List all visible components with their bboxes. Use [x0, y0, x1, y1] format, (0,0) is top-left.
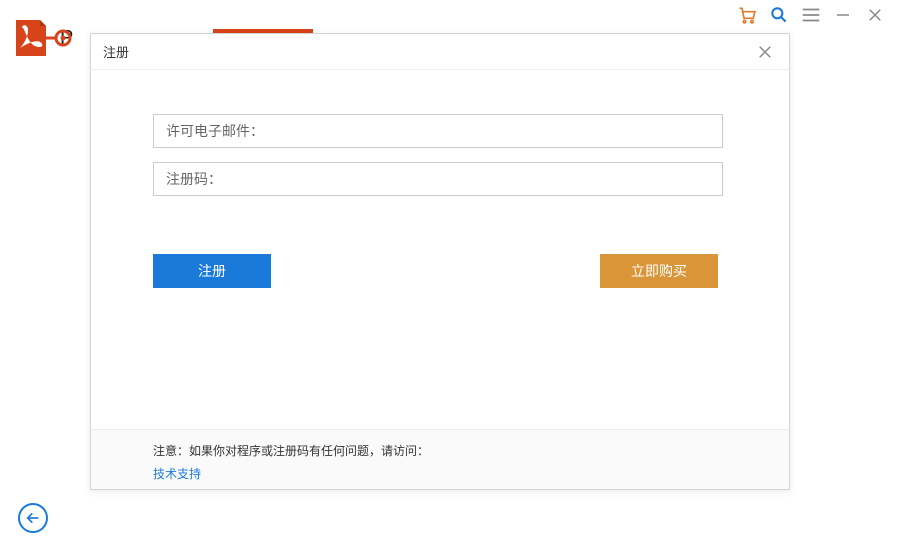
button-row: 注册 立即购买: [153, 254, 718, 288]
pdf-logo-icon: [12, 18, 52, 58]
register-dialog: 注册 许可电子邮件： 注册码： 注册 立即购买 注意：如果你对程序或注册码有任何…: [90, 33, 790, 490]
cart-icon[interactable]: [736, 4, 758, 26]
dialog-title: 注册: [103, 42, 129, 61]
dialog-header: 注册: [91, 34, 789, 70]
email-placeholder: 许可电子邮件：: [166, 121, 264, 141]
window-topbar: [0, 0, 898, 30]
menu-icon[interactable]: [800, 4, 822, 26]
close-window-icon[interactable]: [864, 4, 886, 26]
support-link[interactable]: 技术支持: [153, 465, 201, 482]
register-button[interactable]: 注册: [153, 254, 271, 288]
buy-now-button[interactable]: 立即购买: [600, 254, 718, 288]
search-icon[interactable]: [768, 4, 790, 26]
email-field[interactable]: 许可电子邮件：: [153, 114, 723, 148]
dialog-body: 许可电子邮件： 注册码： 注册 立即购买: [91, 70, 789, 288]
code-field[interactable]: 注册码：: [153, 162, 723, 196]
minimize-icon[interactable]: [832, 4, 854, 26]
close-icon[interactable]: [753, 40, 777, 64]
footer-note: 注意：如果你对程序或注册码有任何问题，请访问：: [153, 442, 727, 459]
code-placeholder: 注册码：: [166, 169, 222, 189]
back-button[interactable]: [18, 503, 48, 533]
app-logo-area: P: [12, 18, 73, 58]
dialog-footer: 注意：如果你对程序或注册码有任何问题，请访问： 技术支持: [91, 429, 789, 489]
